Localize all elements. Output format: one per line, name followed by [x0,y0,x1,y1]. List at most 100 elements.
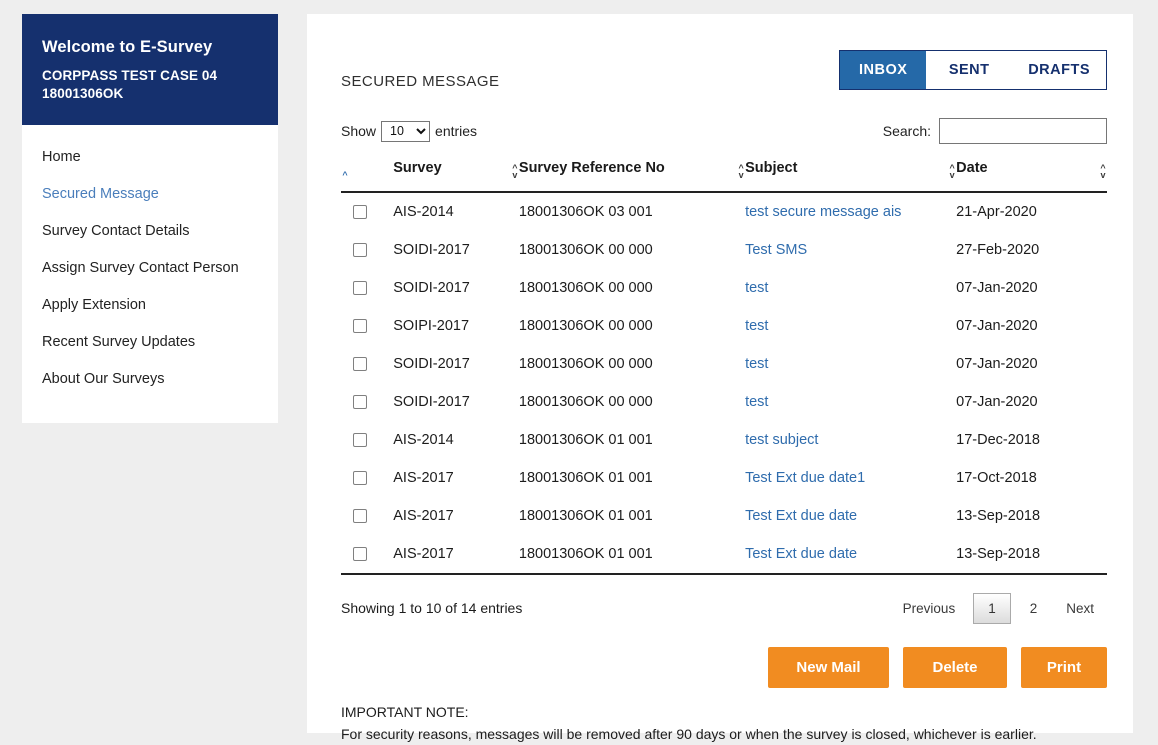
controls-row: Show 102550100 entries Search: [341,116,1107,146]
cell-reference: 18001306OK 00 000 [518,242,653,258]
cell-survey: AIS-2017 [393,546,454,562]
mailbox-tabs: INBOX SENT DRAFTS [839,50,1107,90]
subject-link[interactable]: test [745,280,768,296]
cell-date: 07-Jan-2020 [956,356,1038,372]
subject-link[interactable]: Test SMS [745,242,807,258]
search-control: Search: [883,118,1107,144]
cell-survey: SOIDI-2017 [393,242,470,258]
tab-sent[interactable]: SENT [926,51,1013,89]
row-select-checkbox[interactable] [353,205,367,219]
sidebar-item-about-our-surveys[interactable]: About Our Surveys [22,361,278,398]
subject-link[interactable]: test subject [745,432,818,448]
row-select-checkbox[interactable] [353,471,367,485]
cell-reference: 18001306OK 00 000 [518,356,653,372]
cell-survey: AIS-2017 [393,508,454,524]
sidebar-item-recent-survey-updates[interactable]: Recent Survey Updates [22,324,278,361]
subject-link[interactable]: test [745,394,768,410]
important-note-body: For security reasons, messages will be r… [341,725,1037,742]
sidebar: Welcome to E-Survey CORPPASS TEST CASE 0… [22,14,278,424]
column-header-reference-label: Survey Reference No [518,160,665,176]
subject-link[interactable]: test [745,356,768,372]
row-select-cell [341,497,393,535]
table-body: AIS-2014 18001306OK 03 001 test secure mes… [341,192,1107,573]
sort-both-icon[interactable]: ^ v [737,164,745,180]
column-header-reference[interactable]: Survey Reference No ^ v [518,160,746,193]
subject-link[interactable]: Test Ext due date [745,508,857,524]
cell-reference: 18001306OK 00 000 [518,280,653,296]
sidebar-item-apply-extension[interactable]: Apply Extension [22,287,278,324]
sidebar-item-home[interactable]: Home [22,139,278,176]
row-select-cell [341,307,393,345]
cell-reference: 18001306OK 01 001 [518,470,653,486]
column-header-select[interactable]: ^ [341,160,394,193]
row-select-cell [341,421,393,459]
column-header-survey-label: Survey [393,160,442,176]
print-button[interactable]: Print [1021,647,1107,688]
sort-both-icon[interactable]: ^ v [511,164,519,180]
sidebar-header: Welcome to E-Survey CORPPASS TEST CASE 0… [22,14,278,126]
cell-subject: test [745,345,956,383]
pagination-page-1[interactable]: 1 [973,592,1011,624]
cell-subject: Test Ext due date [745,497,956,535]
column-header-date-label: Date [956,160,988,176]
row-select-checkbox[interactable] [353,433,367,447]
card-inner: SECURED MESSAGE INBOX SENT DRAFTS Show 1… [307,14,1133,742]
cell-survey: AIS-2014 [393,204,454,220]
cell-subject: test [745,307,956,345]
sidebar-item-assign-survey-contact-person[interactable]: Assign Survey Contact Person [22,250,278,287]
row-select-checkbox[interactable] [353,281,367,295]
row-select-checkbox[interactable] [353,547,367,561]
show-label: Show [341,123,377,139]
column-header-survey[interactable]: Survey ^ v [393,160,519,193]
table-bottom-rule [341,573,1107,575]
cell-date: 21-Apr-2020 [956,204,1037,220]
new-mail-button[interactable]: New Mail [768,647,889,688]
cell-date: 17-Oct-2018 [956,470,1037,486]
sort-ascending-icon[interactable]: ^ [341,171,349,180]
sidebar-item-secured-message[interactable]: Secured Message [22,176,278,213]
entries-length-select[interactable]: 102550100 [381,120,431,142]
search-input[interactable] [939,118,1107,144]
row-select-cell [341,192,393,231]
pagination-next[interactable]: Next [1053,596,1107,621]
sidebar-item-survey-contact-details[interactable]: Survey Contact Details [22,213,278,250]
sort-both-icon[interactable]: ^ v [1099,164,1107,180]
tab-inbox[interactable]: INBOX [840,51,927,89]
cell-reference: 18001306OK 01 001 [518,432,653,448]
pagination-previous[interactable]: Previous [890,596,969,621]
row-select-cell [341,345,393,383]
cell-date: 27-Feb-2020 [956,242,1040,258]
subject-link[interactable]: Test Ext due date1 [745,470,865,486]
main-content-card: SECURED MESSAGE INBOX SENT DRAFTS Show 1… [307,14,1133,742]
column-header-subject[interactable]: Subject ^ v [745,160,957,193]
table-footer: Showing 1 to 10 of 14 entries Previous 1… [341,591,1107,625]
row-select-checkbox[interactable] [353,395,367,409]
account-uen: 18001306OK [42,86,124,102]
cell-survey: SOIPI-2017 [393,318,470,334]
cell-date: 07-Jan-2020 [956,280,1038,296]
cell-subject: test [745,383,956,421]
table-row: AIS-2017 18001306OK 01 001 Test Ext due da… [341,497,1107,535]
cell-survey: AIS-2014 [393,432,454,448]
row-select-checkbox[interactable] [353,243,367,257]
row-select-checkbox[interactable] [353,509,367,523]
row-select-cell [341,459,393,497]
table-row: SOIDI-2017 18001306OK 00 000 test 07-Jan-20… [341,383,1107,421]
page-title: SECURED MESSAGE [341,73,500,91]
cell-reference: 18001306OK 00 000 [518,318,653,334]
column-header-date[interactable]: Date ^ v [956,160,1107,193]
subject-link[interactable]: test secure message ais [745,204,901,220]
cell-subject: test subject [745,421,956,459]
cell-survey: SOIDI-2017 [393,356,470,372]
subject-link[interactable]: test [745,318,768,334]
subject-link[interactable]: Test Ext due date [745,546,857,562]
entries-length-control: Show 102550100 entries [341,120,477,142]
delete-button[interactable]: Delete [903,647,1007,688]
pagination-page-2[interactable]: 2 [1016,594,1052,623]
sort-both-icon[interactable]: ^ v [948,164,956,180]
row-select-checkbox[interactable] [353,319,367,333]
row-select-checkbox[interactable] [353,357,367,371]
row-select-cell [341,383,393,421]
action-buttons: New Mail Delete Print [341,647,1107,688]
tab-drafts[interactable]: DRAFTS [1012,51,1106,89]
